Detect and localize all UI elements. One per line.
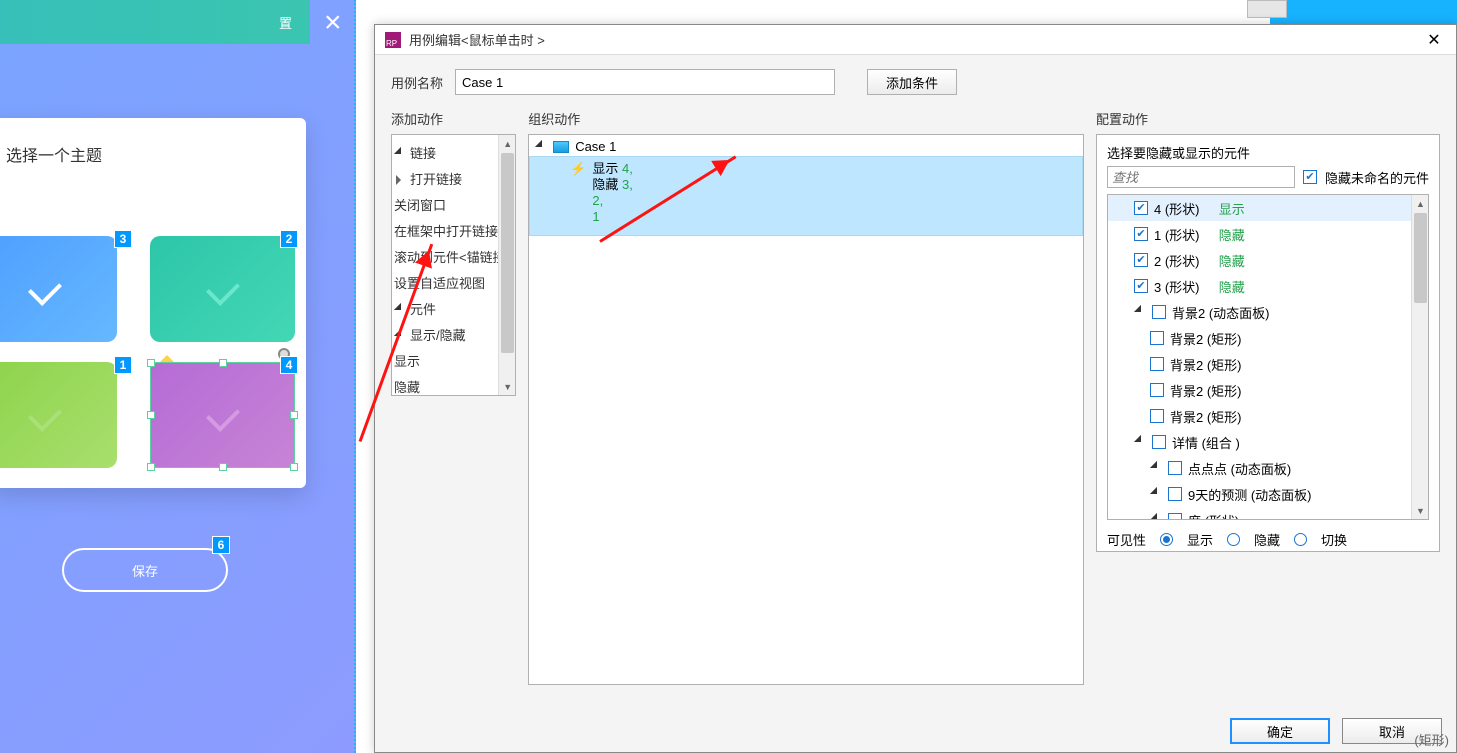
list-item[interactable]: 点点点 (动态面板) xyxy=(1108,455,1428,481)
badge-4: 4 xyxy=(280,356,298,374)
organize-panel: Case 1 ⚡ 显示 4, 隐藏 3, 2, 1 xyxy=(528,134,1084,685)
tree-node[interactable]: 关闭窗口 xyxy=(394,193,513,219)
list-item[interactable]: 2 (形状) 隐藏 xyxy=(1108,247,1428,273)
card-title: 选择一个主题 xyxy=(6,142,292,166)
tree-node[interactable]: 滚动到元件<锚链接> xyxy=(394,245,513,271)
item-checkbox[interactable] xyxy=(1152,305,1166,319)
list-item[interactable]: 背景2 (矩形) xyxy=(1108,377,1428,403)
tree-node[interactable]: 显示 xyxy=(394,349,513,375)
scrollbar[interactable]: ▲ ▼ xyxy=(498,135,515,395)
selection-handles[interactable] xyxy=(150,362,295,468)
tree-node[interactable]: 链接 xyxy=(394,141,513,167)
ok-button[interactable]: 确定 xyxy=(1230,718,1330,744)
expand-icon xyxy=(1150,461,1164,475)
list-item[interactable]: 背景2 (动态面板) xyxy=(1108,299,1428,325)
list-item[interactable]: 4 (形状) 显示 xyxy=(1108,195,1428,221)
list-item[interactable]: 度 (形状) xyxy=(1108,507,1428,520)
item-checkbox[interactable] xyxy=(1168,513,1182,520)
list-item[interactable]: 背景2 (矩形) xyxy=(1108,351,1428,377)
case-editor-dialog: 用例编辑<鼠标单击时 > ✕ 用例名称 添加条件 添加动作 链接 打开链接 关闭… xyxy=(374,24,1457,753)
scrollbar[interactable]: ▲ ▼ xyxy=(1411,195,1428,519)
list-item[interactable]: 3 (形状) 隐藏 xyxy=(1108,273,1428,299)
add-condition-button[interactable]: 添加条件 xyxy=(867,69,957,95)
badge-1: 1 xyxy=(114,356,132,374)
organize-header: 组织动作 xyxy=(528,109,1084,128)
canvas-border xyxy=(354,0,356,753)
configure-header: 配置动作 xyxy=(1096,109,1440,128)
expand-icon xyxy=(1134,435,1148,449)
dialog-title: 用例编辑<鼠标单击时 > xyxy=(409,30,1422,49)
case-row[interactable]: Case 1 xyxy=(535,139,1077,154)
item-checkbox[interactable] xyxy=(1134,279,1148,293)
radio-hide[interactable] xyxy=(1227,533,1240,546)
item-checkbox[interactable] xyxy=(1150,331,1164,345)
item-checkbox[interactable] xyxy=(1134,201,1148,215)
design-canvas-bg: 置 × 选择一个主题 3 2 1 4 保存 6 xyxy=(0,0,356,753)
badge-3: 3 xyxy=(114,230,132,248)
theme-tile-1[interactable] xyxy=(0,362,117,468)
tree-node[interactable]: 显示/隐藏 xyxy=(394,323,513,349)
save-button[interactable]: 保存 xyxy=(62,548,228,592)
configure-panel: 选择要隐藏或显示的元件 隐藏未命名的元件 4 (形状) 显示1 (形状) 隐藏2… xyxy=(1096,134,1440,552)
dynamic-panel-icon xyxy=(553,141,569,153)
case-name-input[interactable] xyxy=(455,69,835,95)
list-item[interactable]: 9天的预测 (动态面板) xyxy=(1108,481,1428,507)
mock-topbar: 置 × xyxy=(0,0,310,44)
dialog-close-icon[interactable]: ✕ xyxy=(1422,30,1446,50)
radio-show[interactable] xyxy=(1160,533,1173,546)
expand-icon xyxy=(1150,487,1164,501)
list-item[interactable]: 1 (形状) 隐藏 xyxy=(1108,221,1428,247)
configure-hint: 选择要隐藏或显示的元件 xyxy=(1107,143,1429,162)
hide-unnamed-checkbox[interactable] xyxy=(1303,170,1317,184)
item-checkbox[interactable] xyxy=(1152,435,1166,449)
tree-node[interactable]: 隐藏 xyxy=(394,375,513,396)
widget-list: 4 (形状) 显示1 (形状) 隐藏2 (形状) 隐藏3 (形状) 隐藏背景2 … xyxy=(1107,194,1429,520)
tree-node[interactable]: 打开链接 xyxy=(394,167,513,193)
footnote-marker-icon xyxy=(160,348,174,362)
badge-6: 6 xyxy=(212,536,230,554)
corner-hint: (矩形) xyxy=(1414,730,1449,749)
item-checkbox[interactable] xyxy=(1168,461,1182,475)
expand-icon xyxy=(1150,513,1164,520)
item-checkbox[interactable] xyxy=(1150,383,1164,397)
list-item[interactable]: 背景2 (矩形) xyxy=(1108,325,1428,351)
expand-icon xyxy=(1134,305,1148,319)
selected-action[interactable]: ⚡ 显示 4, 隐藏 3, 2, 1 xyxy=(529,156,1083,236)
tree-node[interactable]: 在框架中打开链接 xyxy=(394,219,513,245)
app-icon xyxy=(385,32,401,48)
case-name-label: 用例名称 xyxy=(391,73,443,92)
action-tree-panel: 链接 打开链接 关闭窗口 在框架中打开链接 滚动到元件<锚链接> 设置自适应视图… xyxy=(391,134,516,396)
topbar-title-fragment: 置 xyxy=(279,13,292,32)
item-checkbox[interactable] xyxy=(1150,409,1164,423)
dialog-titlebar[interactable]: 用例编辑<鼠标单击时 > ✕ xyxy=(375,25,1456,55)
close-icon[interactable]: × xyxy=(324,6,354,36)
bolt-icon: ⚡ xyxy=(570,161,586,225)
add-action-header: 添加动作 xyxy=(391,109,516,128)
badge-2: 2 xyxy=(280,230,298,248)
search-input[interactable] xyxy=(1107,166,1295,188)
item-checkbox[interactable] xyxy=(1134,253,1148,267)
hide-unnamed-label: 隐藏未命名的元件 xyxy=(1325,168,1429,187)
theme-card: 选择一个主题 3 2 1 4 xyxy=(0,118,306,488)
radio-toggle[interactable] xyxy=(1294,533,1307,546)
visibility-label: 可见性 xyxy=(1107,530,1146,549)
item-checkbox[interactable] xyxy=(1150,357,1164,371)
theme-tile-3[interactable] xyxy=(0,236,117,342)
item-checkbox[interactable] xyxy=(1134,227,1148,241)
list-item[interactable]: 详情 (组合 ) xyxy=(1108,429,1428,455)
list-item[interactable]: 背景2 (矩形) xyxy=(1108,403,1428,429)
window-tab xyxy=(1247,0,1287,18)
theme-tile-2[interactable] xyxy=(150,236,295,342)
item-checkbox[interactable] xyxy=(1168,487,1182,501)
